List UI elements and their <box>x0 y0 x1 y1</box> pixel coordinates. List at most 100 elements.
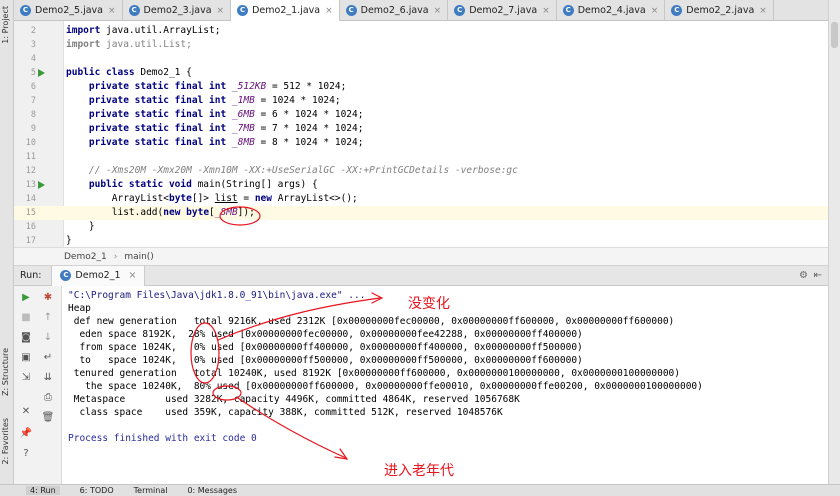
breadcrumb-item-class[interactable]: Demo2_1 <box>64 252 107 262</box>
code-text: = <box>237 193 255 204</box>
code-editor[interactable]: 2 import java.util.ArrayList; 3 import j… <box>14 21 828 247</box>
hide-panel-icon[interactable]: ⇤ <box>814 270 822 281</box>
code-text: java.util.List; <box>100 39 192 50</box>
trash-icon[interactable]: 🗑 <box>40 410 56 426</box>
keyword: private static final int <box>88 81 227 92</box>
code-line: 8 private static final int _6MB = 6 * 10… <box>14 108 828 122</box>
rerun-icon[interactable]: ▶ <box>18 290 34 306</box>
line-number: 14 <box>25 194 36 204</box>
tab-label: Demo2_1.java <box>252 5 321 16</box>
restore-layout-icon[interactable]: ⇲ <box>18 370 34 386</box>
line-number: 11 <box>25 152 36 162</box>
java-class-icon: C <box>60 270 72 281</box>
tab-label: Demo2_2.java <box>686 5 755 16</box>
todo-tool-button[interactable]: 6: TODO <box>80 486 114 495</box>
run-class-icon[interactable] <box>38 69 45 77</box>
run-toolbar: ▶ ✱ ■ ↑ ◙ ↓ ▣ ↵ ⇲ ⇊ ⎙ ✕ 🗑 📌 ? <box>14 286 62 484</box>
help-icon[interactable]: ? <box>18 446 34 462</box>
tab-demo2-5[interactable]: C Demo2_5.java × <box>14 0 123 21</box>
up-arrow-icon[interactable]: ↑ <box>40 310 56 326</box>
tab-demo2-2[interactable]: C Demo2_2.java × <box>665 0 774 21</box>
code-line: 13 public static void main(String[] args… <box>14 178 828 192</box>
keyword: private static final int <box>88 123 227 134</box>
run-tab-demo2-1[interactable]: C Demo2_1 × <box>51 265 146 286</box>
line-number: 6 <box>30 82 36 92</box>
code-line: 4 <box>14 52 828 66</box>
terminal-tool-button[interactable]: Terminal <box>134 486 168 495</box>
code-text: ]); <box>237 207 255 218</box>
java-class-icon: C <box>454 5 466 16</box>
java-class-icon: C <box>20 5 31 16</box>
variable-list: list <box>214 193 238 204</box>
keyword: byte <box>186 207 210 218</box>
code-line: 11 <box>14 150 828 164</box>
close-icon[interactable]: × <box>325 6 333 16</box>
close-icon[interactable]: × <box>434 6 442 16</box>
messages-tool-button[interactable]: 0: Messages <box>187 486 237 495</box>
code-text: } <box>66 235 72 246</box>
tab-demo2-7[interactable]: C Demo2_7.java × <box>448 0 557 21</box>
down-arrow-icon[interactable]: ↓ <box>40 330 56 346</box>
java-class-icon: C <box>562 5 574 16</box>
console-line: Heap <box>68 303 91 314</box>
run-main-icon[interactable] <box>38 181 45 189</box>
code-text: ArrayList< <box>111 193 169 204</box>
close-icon[interactable]: × <box>129 270 137 281</box>
tab-label: Demo2_4.java <box>577 5 646 16</box>
line-number: 17 <box>25 236 36 246</box>
keyword: new <box>254 193 272 204</box>
print-icon[interactable]: ⎙ <box>40 390 56 406</box>
close-icon[interactable]: × <box>542 6 550 16</box>
console-line: tenured generation total 10240K, used 81… <box>68 368 680 379</box>
favorites-tool-window-button[interactable]: 2: Favorites <box>1 418 10 464</box>
code-text: = 6 * 1024 * 1024; <box>254 109 364 120</box>
soft-wrap-icon[interactable]: ↵ <box>40 350 56 366</box>
run-panel-header: Run: C Demo2_1 × ⚙ ⇤ <box>14 265 828 286</box>
code-text: } <box>88 221 95 232</box>
tab-demo2-6[interactable]: C Demo2_6.java × <box>340 0 449 21</box>
camera-icon[interactable]: ◙ <box>18 330 34 346</box>
line-number: 7 <box>30 96 36 106</box>
code-line: 6 private static final int _512KB = 512 … <box>14 80 828 94</box>
debug-icon[interactable]: ✱ <box>40 290 56 306</box>
close-icon[interactable]: × <box>217 6 225 16</box>
tab-label: Demo2_3.java <box>143 5 212 16</box>
close-icon[interactable]: × <box>759 6 767 16</box>
line-number: 12 <box>25 166 36 176</box>
keyword: private static final int <box>88 109 227 120</box>
jvm-options-comment: // -Xms20M -Xmx20M -Xmn10M -XX:+UseSeria… <box>88 165 518 176</box>
tab-label: Demo2_7.java <box>469 5 538 16</box>
keyword: public class <box>66 67 135 78</box>
close-icon[interactable]: × <box>108 6 116 16</box>
code-line: 12 // -Xms20M -Xmx20M -Xmn10M -XX:+UseSe… <box>14 164 828 178</box>
project-tool-window-button[interactable]: 1: Project <box>1 6 10 44</box>
stop-icon[interactable]: ■ <box>18 310 34 326</box>
constant: _7MB <box>231 123 255 134</box>
line-number: 13 <box>25 180 36 190</box>
breadcrumb-item-method[interactable]: main() <box>124 252 154 262</box>
editor-scroll-thumb[interactable] <box>831 22 838 48</box>
structure-tool-window-button[interactable]: Z: Structure <box>1 348 10 396</box>
code-line-current: 15 list.add(new byte[_8MB]); <box>14 206 828 220</box>
line-number: 16 <box>25 222 36 232</box>
keyword: private static final int <box>88 95 227 106</box>
tab-demo2-1[interactable]: C Demo2_1.java × <box>231 0 340 21</box>
method-signature: main(String[] args) { <box>191 179 318 190</box>
code-text: = 8 * 1024 * 1024; <box>254 137 364 148</box>
tab-demo2-3[interactable]: C Demo2_3.java × <box>123 0 232 21</box>
console-line: eden space 8192K, 28% used [0x00000000fe… <box>68 329 583 340</box>
code-text: = 512 * 1024; <box>266 81 347 92</box>
run-tool-button[interactable]: 4: Run <box>26 486 60 495</box>
scroll-to-end-icon[interactable]: ⇊ <box>40 370 56 386</box>
code-line: 5 public class Demo2_1 { <box>14 66 828 80</box>
gear-icon[interactable]: ⚙ <box>799 270 808 281</box>
console-line: Metaspace used 3282K, capacity 4496K, co… <box>68 394 520 405</box>
close-panel-icon[interactable]: ✕ <box>18 404 34 420</box>
run-panel-title: Run: <box>20 270 42 281</box>
layout-icon[interactable]: ▣ <box>18 350 34 366</box>
close-icon[interactable]: × <box>651 6 659 16</box>
code-text: []> <box>191 193 215 204</box>
console-output[interactable]: "C:\Program Files\Java\jdk1.8.0_91\bin\j… <box>62 286 828 484</box>
tab-demo2-4[interactable]: C Demo2_4.java × <box>557 0 666 21</box>
pin-icon[interactable]: 📌 <box>18 426 34 442</box>
